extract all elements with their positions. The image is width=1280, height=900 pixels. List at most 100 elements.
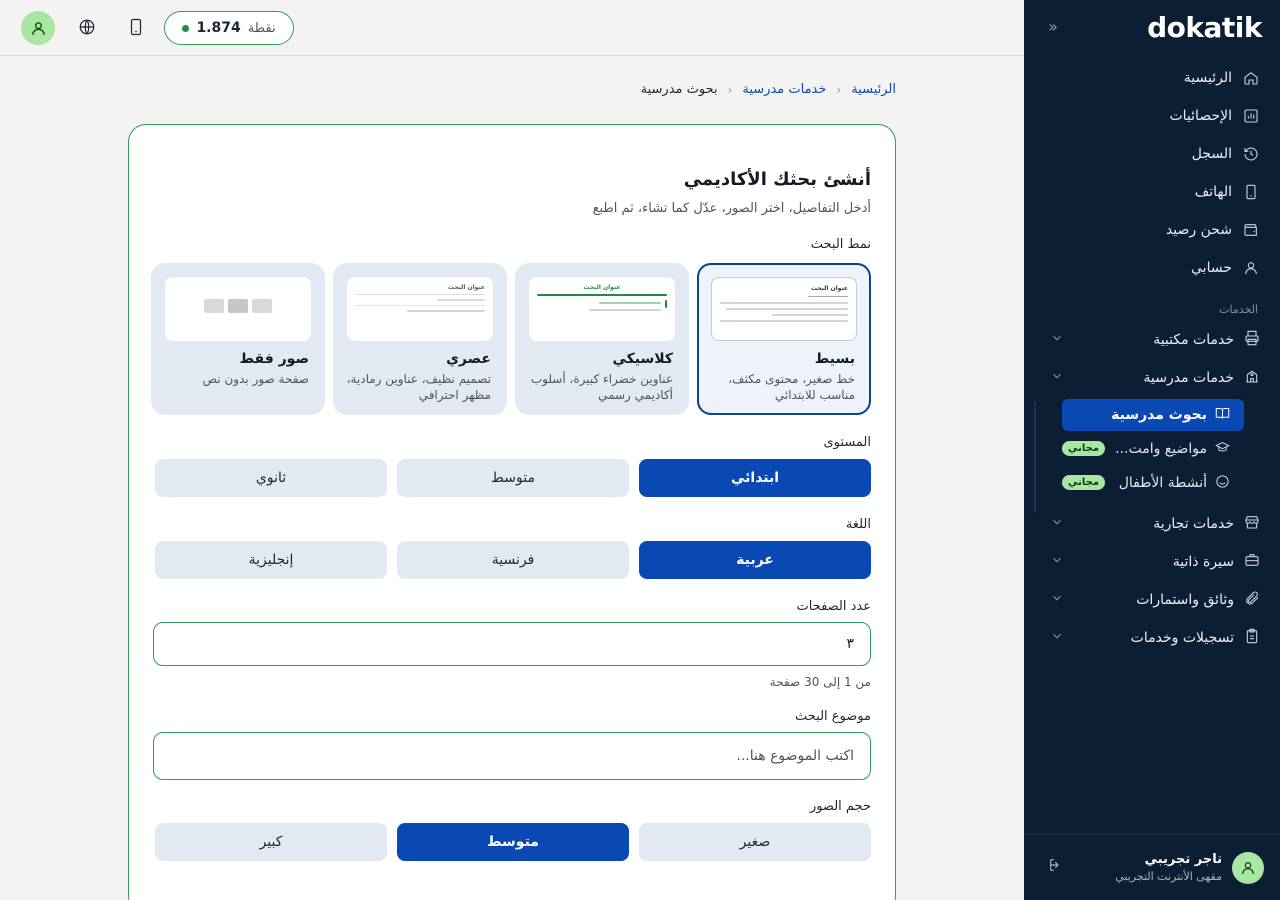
style-description: تصميم نظيف، عناوين رمادية، مظهر احترافي xyxy=(346,372,491,402)
sidebar-group-office[interactable]: خدمات مكتبية xyxy=(1024,321,1280,359)
level-selector: ابتدائي متوسط ثانوي xyxy=(153,459,871,497)
style-preview: عنوان البحث xyxy=(529,277,675,341)
preview-text-line xyxy=(407,310,485,312)
sidebar-group-label: تسجيلات وخدمات xyxy=(1130,630,1234,646)
sidebar-item-stats[interactable]: الإحصائيات xyxy=(1024,97,1280,135)
user-icon xyxy=(1242,861,1254,874)
store-icon xyxy=(1244,514,1260,534)
points-balance[interactable]: نقطة 1.874 xyxy=(164,11,294,45)
image-size-option-large[interactable]: كبير xyxy=(155,823,387,861)
style-option-classic[interactable]: عنوان البحث كلاسيكي عناوين خضراء كبيرة، … xyxy=(515,263,689,415)
page-title: أنشئ بحثك الأكاديمي xyxy=(683,169,871,190)
profile-button[interactable] xyxy=(21,11,55,45)
preview-text-line xyxy=(720,302,848,304)
preview-text-line xyxy=(772,314,848,316)
sidebar-subitem-school-research[interactable]: بحوث مدرسية xyxy=(1062,399,1244,431)
user-avatar[interactable] xyxy=(1232,851,1264,884)
sidebar-group-cv[interactable]: سيرة ذاتية xyxy=(1024,543,1280,581)
chart-icon xyxy=(1242,107,1260,125)
sidebar-group-label: خدمات مدرسية xyxy=(1143,370,1234,386)
preview-text-line xyxy=(589,309,661,311)
sidebar-group-documents[interactable]: وثائق واستمارات xyxy=(1024,581,1280,619)
style-name: عصري xyxy=(446,351,491,367)
level-option-primary[interactable]: ابتدائي xyxy=(639,459,871,497)
breadcrumb-home[interactable]: الرئيسية xyxy=(851,82,896,97)
double-chevron-icon: « xyxy=(1048,17,1058,36)
user-info: تاجر تجريبي مقهى الأنترنت التجريبي xyxy=(1115,852,1222,883)
style-option-simple[interactable]: عنوان البحث بسيط خط صغير، محتوى مكثف، من… xyxy=(697,263,871,415)
sidebar-item-label: شحن رصيد xyxy=(1165,222,1232,238)
collapse-sidebar-button[interactable]: « xyxy=(1042,16,1064,38)
school-services-submenu: بحوث مدرسية مواضيع وامت... مجاني أنشطة ا… xyxy=(1024,397,1280,513)
book-icon xyxy=(1215,406,1230,425)
preview-text-line xyxy=(726,308,848,310)
breadcrumb-section[interactable]: خدمات مدرسية xyxy=(742,82,826,97)
points-value: 1.874 xyxy=(196,20,241,36)
paperclip-icon xyxy=(1244,590,1260,610)
image-size-label: حجم الصور xyxy=(809,799,871,814)
sidebar-item-account[interactable]: حسابي xyxy=(1024,249,1280,287)
sidebar-subitem-topics-exams[interactable]: مواضيع وامت... مجاني xyxy=(1062,433,1244,465)
user-name: تاجر تجريبي xyxy=(1144,852,1222,867)
sidebar-item-topup[interactable]: شحن رصيد xyxy=(1024,211,1280,249)
language-option-french[interactable]: فرنسية xyxy=(397,541,629,579)
language-button[interactable] xyxy=(76,18,96,38)
globe-icon xyxy=(79,19,95,35)
image-size-option-medium[interactable]: متوسط xyxy=(397,823,629,861)
sidebar-item-history[interactable]: السجل xyxy=(1024,135,1280,173)
sidebar-subitem-kids-activities[interactable]: أنشطة الأطفال مجاني xyxy=(1062,467,1244,499)
topic-label: موضوع البحث xyxy=(795,709,871,724)
phone-icon xyxy=(130,18,142,36)
topic-input[interactable] xyxy=(153,732,871,780)
style-name: كلاسيكي xyxy=(612,351,673,367)
preview-text-line xyxy=(437,299,485,301)
sidebar-item-label: السجل xyxy=(1191,146,1232,162)
printer-icon xyxy=(1244,330,1260,350)
pages-input[interactable] xyxy=(153,622,871,666)
chevron-down-icon xyxy=(1046,331,1064,349)
sidebar-group-commercial[interactable]: خدمات تجارية xyxy=(1024,505,1280,543)
points-unit: نقطة xyxy=(247,20,276,36)
level-option-secondary[interactable]: ثانوي xyxy=(155,459,387,497)
topbar: نقطة 1.874 xyxy=(0,0,1024,56)
brand-logo[interactable]: dokatik xyxy=(1147,11,1262,44)
level-label: المستوى xyxy=(823,435,872,450)
submenu-scrollbar[interactable] xyxy=(1034,401,1036,513)
sidebar-group-registrations[interactable]: تسجيلات وخدمات xyxy=(1024,619,1280,657)
pages-label: عدد الصفحات xyxy=(796,599,871,614)
language-option-arabic[interactable]: عربية xyxy=(639,541,871,579)
logout-button[interactable] xyxy=(1044,857,1064,877)
school-icon xyxy=(1244,368,1260,388)
style-description: صفحة صور بدون نص xyxy=(202,372,309,386)
breadcrumb: الرئيسية ‹ خدمات مدرسية ‹ بحوث مدرسية xyxy=(641,82,896,97)
sidebar-user-panel: تاجر تجريبي مقهى الأنترنت التجريبي xyxy=(1024,834,1280,900)
preview-title: عنوان البحث xyxy=(810,285,848,292)
preview-rule xyxy=(537,294,667,296)
image-size-selector: صغير متوسط كبير xyxy=(153,823,871,861)
style-options: عنوان البحث بسيط خط صغير، محتوى مكثف، من… xyxy=(151,263,871,415)
sidebar-item-label: حسابي xyxy=(1191,260,1232,276)
preview-rule xyxy=(355,294,485,295)
sidebar-group-label: وثائق واستمارات xyxy=(1136,592,1234,608)
preview-title: عنوان البحث xyxy=(447,284,485,291)
style-option-images-only[interactable]: صور فقط صفحة صور بدون نص xyxy=(151,263,325,415)
sidebar-item-phone[interactable]: الهاتف xyxy=(1024,173,1280,211)
sidebar-group-label: خدمات مكتبية xyxy=(1153,332,1234,348)
free-badge: مجاني xyxy=(1062,475,1106,490)
style-option-modern[interactable]: عنوان البحث عصري تصميم نظيف، عناوين رماد… xyxy=(333,263,507,415)
sidebar-group-label: سيرة ذاتية xyxy=(1172,554,1234,570)
preview-heading-line xyxy=(599,302,661,304)
sidebar-item-label: الرئيسية xyxy=(1183,70,1232,86)
language-option-english[interactable]: إنجليزية xyxy=(155,541,387,579)
status-dot xyxy=(182,24,190,32)
sidebar-subitem-label: أنشطة الأطفال xyxy=(1118,475,1207,491)
device-button[interactable] xyxy=(125,18,145,38)
level-option-middle[interactable]: متوسط xyxy=(397,459,629,497)
briefcase-icon xyxy=(1244,552,1260,572)
image-size-option-small[interactable]: صغير xyxy=(639,823,871,861)
sidebar-item-home[interactable]: الرئيسية xyxy=(1024,59,1280,97)
clipboard-icon xyxy=(1244,628,1260,648)
style-name: صور فقط xyxy=(239,351,309,367)
image-placeholder xyxy=(204,299,224,313)
sidebar-group-school[interactable]: خدمات مدرسية xyxy=(1024,359,1280,397)
